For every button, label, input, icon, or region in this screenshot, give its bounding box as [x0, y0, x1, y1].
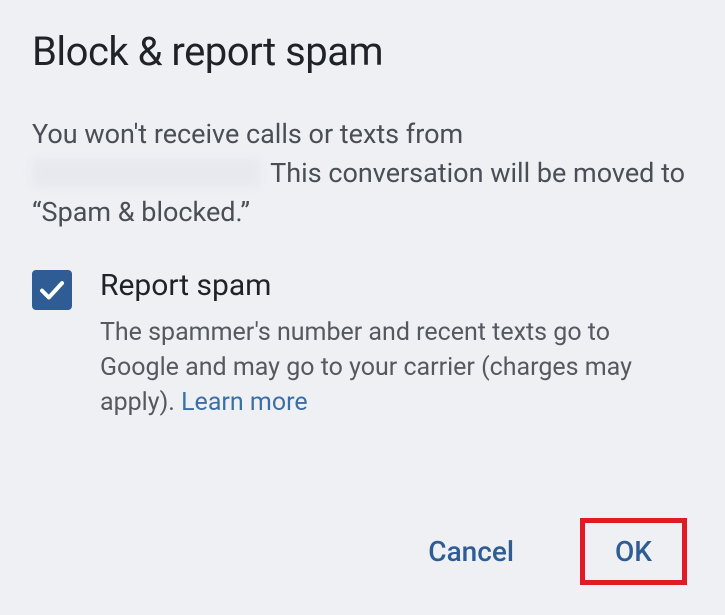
dialog-title: Block & report spam: [32, 28, 693, 75]
block-report-dialog: Block & report spam You won't receive ca…: [0, 0, 725, 615]
description-prefix: You won't receive calls or texts from: [32, 118, 463, 150]
report-spam-label: Report spam: [100, 268, 693, 303]
ok-button[interactable]: OK: [585, 523, 682, 580]
ok-button-highlight: OK: [580, 518, 687, 585]
dialog-actions: Cancel OK: [32, 518, 693, 591]
report-spam-content: Report spam The spammer's number and rec…: [100, 268, 693, 420]
redacted-phone-number: [32, 159, 260, 187]
report-spam-desc-text: The spammer's number and recent texts go…: [100, 318, 632, 417]
report-spam-option: Report spam The spammer's number and rec…: [32, 268, 693, 420]
learn-more-link[interactable]: Learn more: [181, 388, 307, 417]
dialog-description: You won't receive calls or texts from Th…: [32, 115, 693, 232]
report-spam-description: The spammer's number and recent texts go…: [100, 315, 693, 420]
report-spam-checkbox[interactable]: [32, 270, 72, 310]
check-icon: [37, 275, 67, 305]
cancel-button[interactable]: Cancel: [402, 521, 540, 582]
